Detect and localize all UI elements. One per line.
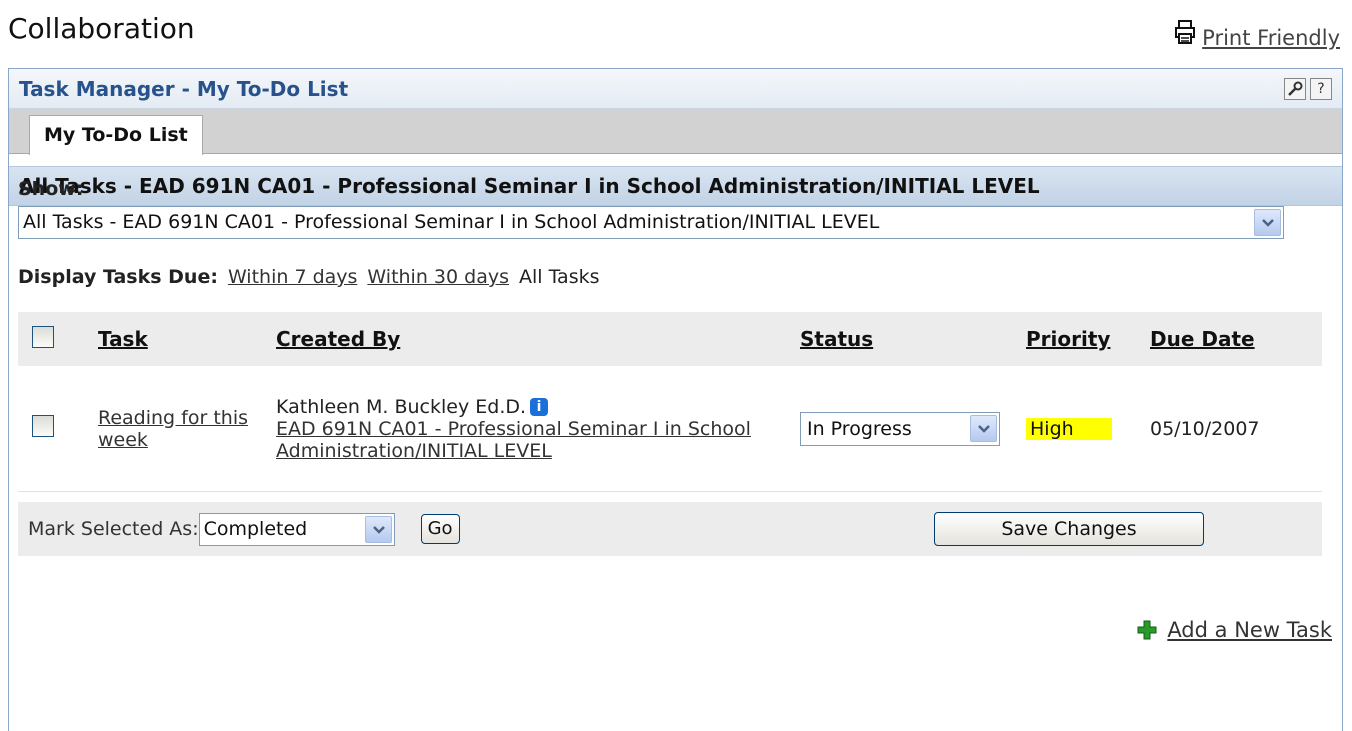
print-friendly-link[interactable]: Print Friendly xyxy=(1174,20,1340,50)
table-header: Task Created By Status Priority Due Date xyxy=(18,312,1322,366)
go-button[interactable]: Go xyxy=(420,514,460,544)
priority-badge: High xyxy=(1026,417,1112,440)
table-row: Reading for this week Kathleen M. Buckle… xyxy=(18,366,1322,492)
chevron-down-icon[interactable] xyxy=(970,414,997,442)
select-all-checkbox[interactable] xyxy=(32,325,54,348)
save-changes-button[interactable]: Save Changes xyxy=(934,512,1204,546)
chevron-down-icon[interactable] xyxy=(1254,209,1281,236)
due-within-7-link[interactable]: Within 7 days xyxy=(228,266,357,288)
due-within-30-link[interactable]: Within 30 days xyxy=(367,266,509,288)
show-select[interactable]: All Tasks - EAD 691N CA01 - Professional… xyxy=(18,206,1284,239)
mark-selected-label: Mark Selected As: xyxy=(28,518,199,540)
plus-icon xyxy=(1137,620,1157,640)
print-friendly-label[interactable]: Print Friendly xyxy=(1202,26,1340,50)
header-status[interactable]: Status xyxy=(800,327,1026,351)
page-title: Collaboration xyxy=(8,12,195,45)
course-link[interactable]: EAD 691N CA01 - Professional Seminar I i… xyxy=(276,418,751,462)
add-task-link[interactable]: Add a New Task xyxy=(1137,618,1332,642)
due-all-tasks: All Tasks xyxy=(519,266,600,288)
header-created-by[interactable]: Created By xyxy=(276,327,800,351)
due-filter-row: Display Tasks Due: Within 7 days Within … xyxy=(18,266,600,288)
due-date: 05/10/2007 xyxy=(1150,417,1260,440)
tab-strip: My To-Do List xyxy=(9,109,1342,155)
mark-selected-select[interactable]: Completed xyxy=(198,512,395,546)
row-checkbox[interactable] xyxy=(32,415,54,437)
task-link[interactable]: Reading for this week xyxy=(98,407,248,451)
header-due-date[interactable]: Due Date xyxy=(1150,327,1320,351)
help-icon[interactable]: ? xyxy=(1310,77,1332,100)
task-table: Task Created By Status Priority Due Date… xyxy=(18,312,1322,556)
portlet-title: Task Manager - My To-Do List xyxy=(19,76,349,101)
printer-icon xyxy=(1174,20,1196,44)
header-task[interactable]: Task xyxy=(98,327,276,351)
portlet-tools: ? xyxy=(1284,77,1332,100)
add-task-label[interactable]: Add a New Task xyxy=(1167,618,1332,642)
tab-my-to-do-list[interactable]: My To-Do List xyxy=(29,115,203,155)
header-priority[interactable]: Priority xyxy=(1026,327,1150,351)
mark-selected-value: Completed xyxy=(203,517,308,540)
chevron-down-icon[interactable] xyxy=(364,515,392,543)
section-title: All Tasks - EAD 691N CA01 - Professional… xyxy=(9,166,1342,206)
creator-name: Kathleen M. Buckley Ed.D. xyxy=(276,395,527,418)
info-icon[interactable]: i xyxy=(530,397,549,416)
status-select[interactable]: In Progress xyxy=(800,411,1000,446)
show-label: Show: xyxy=(18,178,84,200)
action-bar: Mark Selected As: Completed Go Save Chan… xyxy=(18,502,1322,556)
status-value: In Progress xyxy=(807,417,912,440)
wrench-icon[interactable] xyxy=(1284,77,1306,100)
portlet-header: Task Manager - My To-Do List ? xyxy=(9,69,1342,109)
due-filter-label: Display Tasks Due: xyxy=(18,266,218,288)
show-select-value: All Tasks - EAD 691N CA01 - Professional… xyxy=(23,211,880,233)
